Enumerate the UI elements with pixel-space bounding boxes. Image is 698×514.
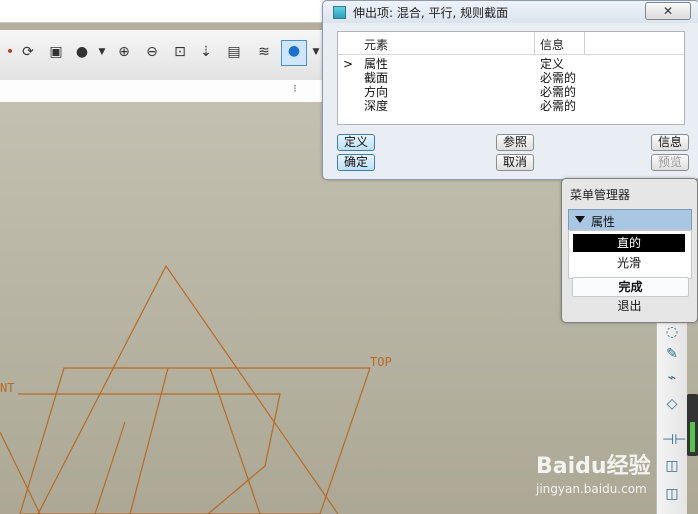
protrusion-dialog: 伸出项: 混合, 平行, 规则截面 ✕ 元素 信息 > 属性 定义 截面 必需的… [322, 0, 698, 180]
ok-button[interactable]: 确定 [337, 154, 375, 171]
column-header-info: 信息 [540, 38, 565, 52]
close-button[interactable]: ✕ [645, 2, 691, 20]
status-indicator-icon: ⁝ [293, 82, 297, 95]
parallelogram-section [19, 367, 371, 514]
edit-icon[interactable]: ✎ [662, 344, 682, 364]
row-element: 截面 [364, 71, 389, 85]
watermark-brand: Baidu经验 [536, 454, 651, 479]
pattern-icon[interactable]: ◫ [662, 456, 682, 476]
done-button[interactable]: 完成 [572, 277, 689, 297]
annotation-display-icon[interactable]: ▤ [224, 42, 244, 62]
info-button[interactable]: 信息 [651, 134, 689, 151]
regenerate-icon[interactable]: ⟳ [18, 42, 38, 62]
sketch-tool-icon[interactable]: • [0, 42, 20, 62]
table-row[interactable]: 深度 必需的 [338, 99, 684, 113]
right-feature-toolbar: ◌ ✎ ⌁ ◇ ⊣⊢ ◫ ◫ [656, 322, 687, 514]
row-info: 必需的 [540, 71, 577, 85]
menu-manager: 菜单管理器 属性 直的 光滑 完成 退出 [561, 178, 698, 323]
shading-icon[interactable]: ● [72, 42, 92, 62]
dialog-icon [333, 6, 346, 19]
exit-button[interactable]: 退出 [572, 297, 687, 315]
zoom-out-icon[interactable]: ⊖ [142, 42, 162, 62]
progress-meter [687, 394, 698, 456]
view-manager-icon[interactable]: ▣ [46, 42, 66, 62]
attributes-section-header[interactable]: 属性 [568, 209, 692, 231]
dialog-title-bar: 伸出项: 混合, 平行, 规则截面 ✕ [323, 1, 698, 23]
inner-line [129, 367, 169, 514]
sweep-icon[interactable]: ⌁ [662, 368, 682, 388]
preview-button[interactable]: 预览 [651, 154, 689, 171]
row-element: 方向 [364, 85, 389, 99]
secondary-toolbar: ⁝ [0, 80, 330, 103]
table-row[interactable]: 截面 必需的 [338, 71, 684, 85]
row-element: 深度 [364, 99, 389, 113]
section-label: 属性 [591, 215, 616, 229]
dropdown-icon[interactable]: ▼ [92, 42, 112, 62]
column-header-element: 元素 [364, 38, 389, 52]
table-row[interactable]: 方向 必需的 [338, 85, 684, 99]
front-section [18, 393, 281, 514]
datum-front-label: NT [0, 381, 14, 395]
define-button[interactable]: 定义 [337, 134, 375, 151]
front-edge [0, 431, 41, 514]
table-row[interactable]: > 属性 定义 [338, 57, 684, 71]
blend-icon[interactable]: ◇ [662, 394, 682, 414]
row-marker: > [343, 57, 354, 71]
mirror-icon[interactable]: ⊣⊢ [662, 430, 686, 450]
table-header: 元素 信息 [338, 32, 684, 55]
option-smooth[interactable]: 光滑 [573, 254, 685, 272]
menu-manager-title: 菜单管理器 [570, 188, 631, 202]
attribute-options: 直的 光滑 [568, 230, 692, 279]
collapse-arrow-icon [575, 216, 585, 223]
row-element: 属性 [364, 57, 389, 71]
refit-icon[interactable]: ⊡ [170, 42, 190, 62]
datum-display-icon[interactable]: ⇣ [196, 42, 216, 62]
row-info: 定义 [540, 57, 565, 71]
inner-line [94, 421, 126, 514]
row-info: 必需的 [540, 99, 577, 113]
copy-icon[interactable]: ◫ [662, 484, 682, 504]
element-table: 元素 信息 > 属性 定义 截面 必需的 方向 必需的 深度 必需的 [337, 31, 685, 125]
datum-top-label: TOP [370, 355, 392, 369]
row-info: 必需的 [540, 85, 577, 99]
dialog-title: 伸出项: 混合, 平行, 规则截面 [353, 6, 509, 20]
watermark-url: jingyan.baidu.com [536, 482, 647, 496]
layers-icon[interactable]: ≋ [254, 42, 274, 62]
main-toolbar: • ⟳ ▣ ● ▼ ⊕ ⊖ ⊡ ⇣ ▤ ≋ ● ▼ [0, 30, 330, 81]
datum-icon[interactable]: ◌ [662, 322, 682, 342]
zoom-in-icon[interactable]: ⊕ [114, 42, 134, 62]
cancel-button[interactable]: 取消 [496, 154, 534, 171]
triangle-section [37, 264, 339, 514]
display-style-icon[interactable]: ● [281, 40, 307, 66]
reference-button[interactable]: 参照 [496, 134, 534, 151]
option-straight[interactable]: 直的 [573, 234, 685, 252]
